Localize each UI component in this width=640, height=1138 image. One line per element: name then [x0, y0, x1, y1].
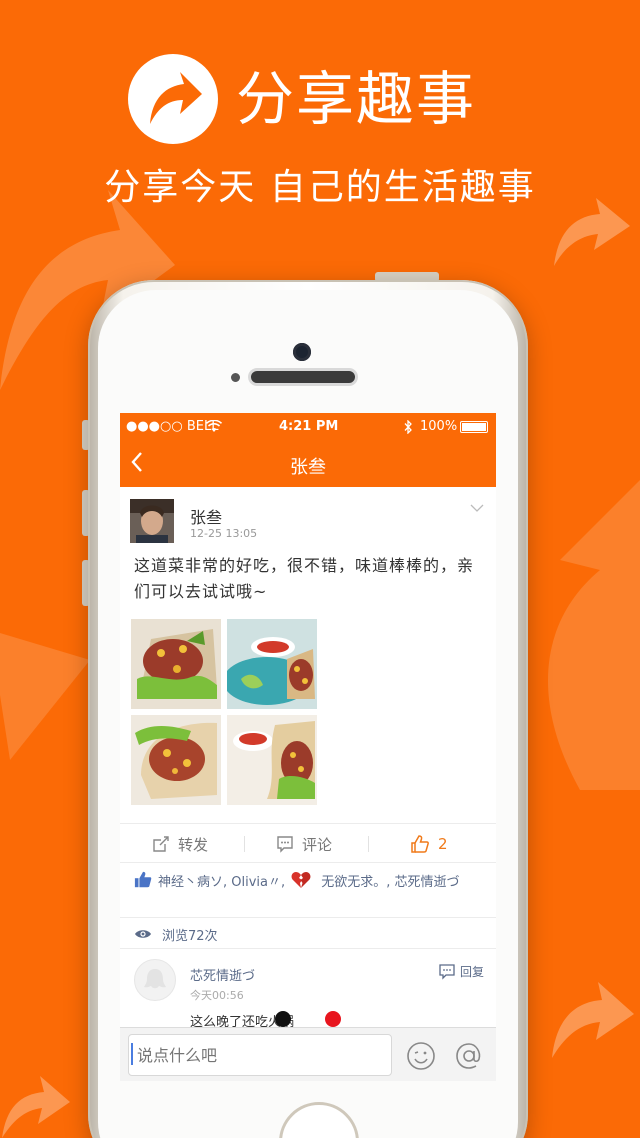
post-content: 这道菜非常的好吃，很不错，味道棒棒的，亲们可以去试试哦~ — [134, 556, 475, 601]
battery-label: 100% — [420, 419, 458, 434]
battery-icon — [460, 421, 488, 433]
carrier-label: ●●●○○ BELL — [126, 419, 219, 434]
hero-title: 分享趣事 — [236, 65, 477, 133]
thumbs-up-filled-icon — [134, 871, 152, 888]
comment-time: 今天00:56 — [190, 989, 244, 1002]
post-time: 12-25 13:05 — [190, 527, 258, 540]
comment-input[interactable] — [128, 1034, 392, 1076]
hero-header: 分享趣事 — [0, 50, 640, 150]
proximity-sensor — [231, 373, 240, 382]
forward-label: 转发 — [178, 835, 209, 854]
status-bar: ●●●○○ BELL 4:21 PM 100% — [120, 413, 496, 441]
app-screen: ●●●○○ BELL 4:21 PM 100% 张叁 张叁 12-25 13:0… — [120, 413, 496, 1081]
post-photo[interactable] — [131, 715, 221, 805]
comment-label: 评论 — [302, 835, 333, 854]
clock-label: 4:21 PM — [279, 419, 339, 434]
post-photo[interactable] — [131, 619, 221, 709]
emoji-icon[interactable] — [406, 1041, 436, 1071]
background-arrow-bottom-corner-icon — [2, 1076, 70, 1138]
black-dot-icon — [275, 1011, 291, 1027]
thumbs-up-icon — [411, 835, 429, 853]
comment-icon — [277, 836, 293, 853]
reply-button[interactable]: 回复 — [439, 963, 484, 980]
front-camera — [293, 343, 311, 361]
forward-button[interactable]: 转发 — [152, 824, 208, 864]
comment-button[interactable]: 评论 — [276, 824, 332, 864]
at-mention-icon[interactable] — [454, 1041, 484, 1071]
background-arrow-right-icon — [548, 480, 640, 790]
commenter-avatar[interactable] — [134, 959, 176, 1001]
reply-label: 回复 — [459, 965, 484, 979]
divider — [368, 836, 369, 852]
commenter-name[interactable]: 芯死情逝づ — [190, 965, 255, 984]
red-dot-icon — [325, 1011, 341, 1027]
nav-title: 张叁 — [290, 457, 326, 478]
divider — [244, 836, 245, 852]
reply-icon — [439, 963, 455, 980]
nav-bar: 张叁 — [120, 441, 496, 487]
broken-heart-icon — [291, 872, 311, 888]
chevron-down-icon[interactable] — [470, 501, 484, 515]
likes-row: 神经丶病ソ, Olivia〃, 无欲无求。, 芯死情逝づ — [120, 865, 496, 900]
comment-input-bar — [120, 1027, 496, 1081]
likers-names-more[interactable]: 无欲无求。, 芯死情逝づ — [321, 875, 459, 890]
views-row: 浏览72次 — [120, 917, 496, 949]
post-photo[interactable] — [227, 715, 317, 805]
hero-subtitle: 分享今天 自己的生活趣事 — [104, 167, 536, 208]
bluetooth-icon — [404, 420, 412, 434]
post-action-bar: 转发 评论 2 — [120, 823, 496, 863]
share-logo-icon — [128, 54, 218, 144]
author-avatar[interactable] — [130, 499, 174, 543]
views-label: 浏览72次 — [162, 929, 218, 944]
earpiece-speaker — [248, 368, 358, 386]
wifi-icon — [206, 420, 222, 432]
likers-names[interactable]: 神经丶病ソ, Olivia〃, — [158, 875, 285, 890]
like-button[interactable]: 2 — [410, 824, 448, 864]
like-count: 2 — [438, 835, 448, 853]
post-photo[interactable] — [227, 619, 317, 709]
background-arrow-bottom-right-icon — [552, 982, 634, 1058]
author-name[interactable]: 张叁 — [190, 504, 222, 528]
comment-item: 芯死情逝づ 今天00:56 回复 这么晚了还吃火锅 — [120, 951, 496, 1031]
share-edit-icon — [153, 836, 169, 852]
eye-icon — [135, 930, 151, 938]
text-caret — [131, 1043, 133, 1065]
